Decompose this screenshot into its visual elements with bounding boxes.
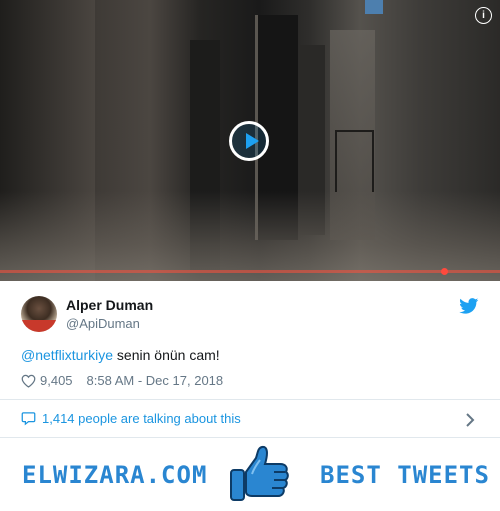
avatar-shirt (21, 320, 57, 332)
video-scene-sign (365, 0, 383, 14)
speech-bubble-icon (21, 412, 36, 426)
like-count[interactable]: 9,405 (40, 373, 73, 388)
tweet-body: senin önün cam! (113, 347, 220, 363)
tweet-text: @netflixturkiye senin önün cam! (21, 347, 220, 363)
divider (0, 399, 500, 400)
banner-tagline: BEST TWEETS (320, 461, 490, 489)
author-handle[interactable]: @ApiDuman (66, 316, 140, 331)
heart-icon[interactable] (21, 374, 36, 388)
video-progress-bar[interactable] (0, 270, 500, 273)
avatar[interactable] (21, 296, 57, 332)
tweet-timestamp[interactable]: 8:58 AM - Dec 17, 2018 (87, 373, 224, 388)
conversation-count: 1,414 people are talking about this (42, 411, 241, 426)
thumbs-up-icon (230, 445, 289, 501)
chevron-right-icon[interactable] (465, 413, 475, 427)
video-progress-handle[interactable] (441, 268, 448, 275)
play-icon[interactable] (229, 121, 269, 161)
tweet-meta: 9,405 8:58 AM - Dec 17, 2018 (21, 373, 223, 388)
video-scene-floor (0, 191, 500, 281)
twitter-bird-icon[interactable] (459, 298, 479, 314)
info-icon[interactable]: i (475, 7, 492, 24)
conversation-link[interactable]: 1,414 people are talking about this (21, 411, 241, 426)
author-name[interactable]: Alper Duman (66, 297, 153, 313)
mention-link[interactable]: @netflixturkiye (21, 347, 113, 363)
video-player[interactable]: i (0, 0, 500, 281)
divider (0, 437, 500, 438)
video-scene-table (335, 130, 374, 192)
banner-site-name[interactable]: ELWIZARA.COM (22, 461, 207, 489)
